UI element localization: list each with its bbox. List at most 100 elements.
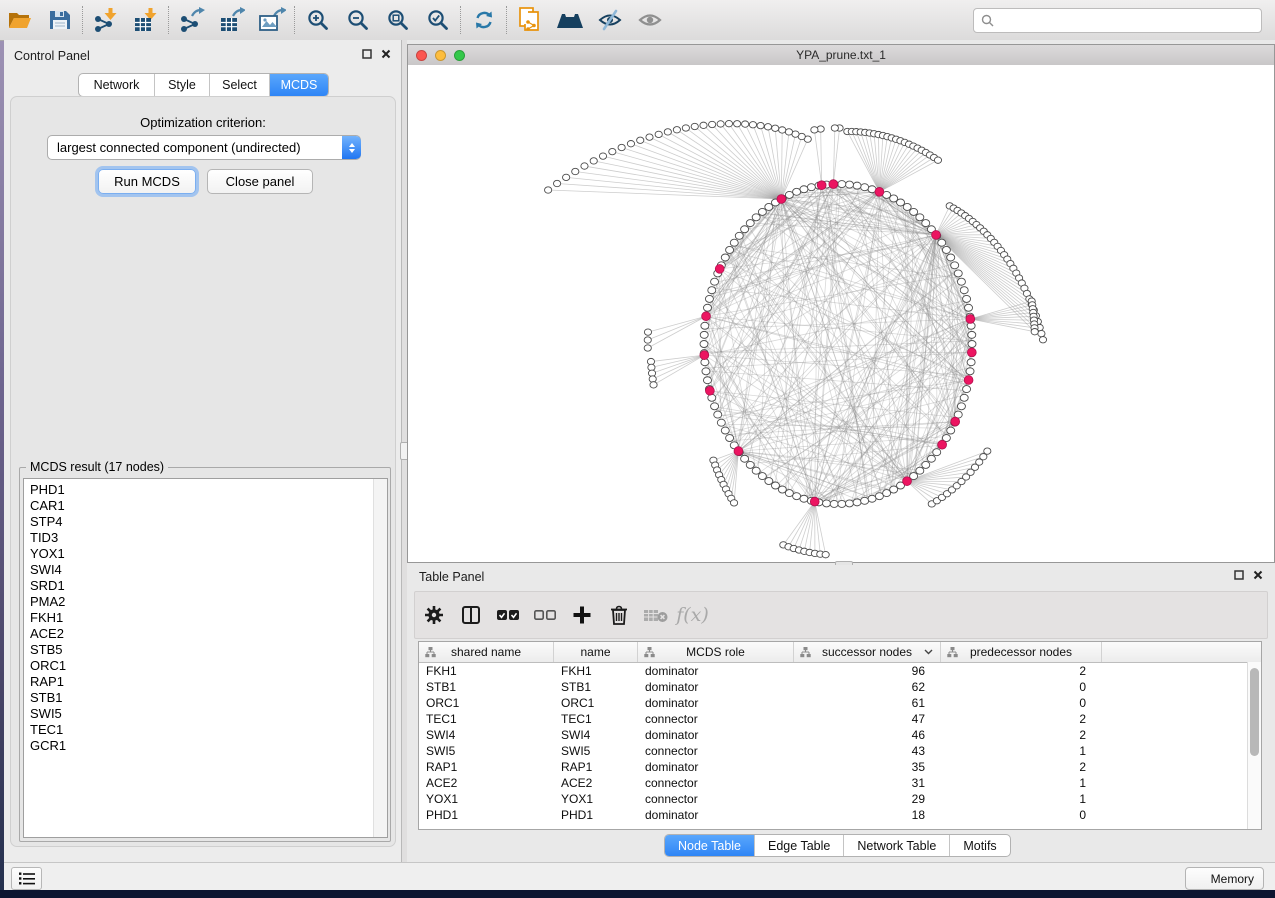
close-panel-icon[interactable] <box>1253 570 1263 580</box>
mcds-result-item[interactable]: STP4 <box>24 514 387 530</box>
network-graph[interactable] <box>408 65 1274 562</box>
table-cell[interactable]: PHD1 <box>419 808 554 822</box>
table-cell[interactable]: dominator <box>638 728 794 742</box>
mcds-result-item[interactable]: YOX1 <box>24 546 387 562</box>
zoom-fit-button[interactable] <box>378 3 418 37</box>
mcds-result-item[interactable]: ORC1 <box>24 658 387 674</box>
tab-style[interactable]: Style <box>155 74 210 96</box>
mcds-result-item[interactable]: SWI4 <box>24 562 387 578</box>
table-row[interactable]: FKH1FKH1dominator962 <box>419 663 1261 679</box>
delete-table-button[interactable] <box>637 595 674 635</box>
table-cell[interactable]: FKH1 <box>554 664 638 678</box>
table-cell[interactable]: 47 <box>794 712 941 726</box>
table-cell[interactable]: connector <box>638 776 794 790</box>
table-cell[interactable]: dominator <box>638 808 794 822</box>
mcds-result-item[interactable]: GCR1 <box>24 738 387 754</box>
table-cell[interactable]: YOX1 <box>419 792 554 806</box>
table-cell[interactable]: dominator <box>638 664 794 678</box>
table-row[interactable]: PHD1PHD1dominator180 <box>419 807 1261 823</box>
table-cell[interactable]: 2 <box>941 712 1102 726</box>
show-panels-button[interactable] <box>11 867 42 890</box>
table-cell[interactable]: ORC1 <box>554 696 638 710</box>
table-cell[interactable]: RAP1 <box>419 760 554 774</box>
table-cell[interactable]: 0 <box>941 696 1102 710</box>
table-settings-button[interactable] <box>415 595 452 635</box>
table-row[interactable]: SWI5SWI5connector431 <box>419 743 1261 759</box>
mcds-result-item[interactable]: TEC1 <box>24 722 387 738</box>
add-column-button[interactable] <box>563 595 600 635</box>
mcds-result-item[interactable]: SWI5 <box>24 706 387 722</box>
mcds-result-item[interactable]: PHD1 <box>24 479 387 498</box>
tab-network-table[interactable]: Network Table <box>844 835 950 856</box>
table-cell[interactable]: 96 <box>794 664 941 678</box>
mcds-result-item[interactable]: STB1 <box>24 690 387 706</box>
column-header-shared-name[interactable]: shared name <box>419 642 554 662</box>
table-cell[interactable]: 18 <box>794 808 941 822</box>
table-cell[interactable]: 29 <box>794 792 941 806</box>
table-cell[interactable]: 61 <box>794 696 941 710</box>
save-session-button[interactable] <box>40 3 80 37</box>
table-cell[interactable]: FKH1 <box>419 664 554 678</box>
table-cell[interactable]: 1 <box>941 744 1102 758</box>
tab-mcds[interactable]: MCDS <box>270 74 328 96</box>
table-cell[interactable]: 2 <box>941 728 1102 742</box>
tab-node-table[interactable]: Node Table <box>665 835 755 856</box>
float-window-icon[interactable] <box>362 49 372 59</box>
column-header-name[interactable]: name <box>554 642 638 662</box>
table-cell[interactable]: TEC1 <box>419 712 554 726</box>
table-cell[interactable]: ORC1 <box>419 696 554 710</box>
close-panel-button[interactable]: Close panel <box>207 169 313 194</box>
delete-column-button[interactable] <box>600 595 637 635</box>
mcds-result-item[interactable]: RAP1 <box>24 674 387 690</box>
mcds-result-list[interactable]: PHD1CAR1STP4TID3YOX1SWI4SRD1PMA2FKH1ACE2… <box>23 478 388 838</box>
tab-motifs[interactable]: Motifs <box>950 835 1009 856</box>
table-cell[interactable]: RAP1 <box>554 760 638 774</box>
table-scrollbar[interactable] <box>1247 662 1261 829</box>
import-network-button[interactable] <box>86 3 126 37</box>
mcds-result-item[interactable]: STB5 <box>24 642 387 658</box>
open-file-button[interactable] <box>0 3 40 37</box>
mcds-list-scrollbar[interactable] <box>373 479 387 837</box>
table-row[interactable]: ORC1ORC1dominator610 <box>419 695 1261 711</box>
search-field[interactable] <box>973 8 1262 33</box>
tab-network[interactable]: Network <box>79 74 155 96</box>
table-row[interactable]: YOX1YOX1connector291 <box>419 791 1261 807</box>
table-cell[interactable]: STB1 <box>419 680 554 694</box>
function-builder-button[interactable]: f(x) <box>674 595 711 635</box>
network-window-titlebar[interactable]: YPA_prune.txt_1 <box>408 45 1274 66</box>
refresh-button[interactable] <box>464 3 504 37</box>
table-row[interactable]: STB1STB1dominator620 <box>419 679 1261 695</box>
mcds-result-item[interactable]: CAR1 <box>24 498 387 514</box>
table-row[interactable]: SWI4SWI4dominator462 <box>419 727 1261 743</box>
table-cell[interactable]: 43 <box>794 744 941 758</box>
tab-edge-table[interactable]: Edge Table <box>755 835 844 856</box>
table-cell[interactable]: SWI5 <box>554 744 638 758</box>
toggle-panels-button[interactable] <box>452 595 489 635</box>
export-image-button[interactable] <box>252 3 292 37</box>
table-cell[interactable]: connector <box>638 712 794 726</box>
table-row[interactable]: ACE2ACE2connector311 <box>419 775 1261 791</box>
mcds-result-item[interactable]: ACE2 <box>24 626 387 642</box>
table-cell[interactable]: 62 <box>794 680 941 694</box>
export-table-button[interactable] <box>212 3 252 37</box>
column-header-predecessor-nodes[interactable]: predecessor nodes <box>941 642 1102 662</box>
table-cell[interactable]: 35 <box>794 760 941 774</box>
table-cell[interactable]: 46 <box>794 728 941 742</box>
table-cell[interactable]: dominator <box>638 680 794 694</box>
table-row[interactable]: TEC1TEC1connector472 <box>419 711 1261 727</box>
hide-graphics-details-button[interactable] <box>590 3 630 37</box>
table-scrollbar-thumb[interactable] <box>1250 668 1259 756</box>
export-network-button[interactable] <box>172 3 212 37</box>
table-cell[interactable]: YOX1 <box>554 792 638 806</box>
table-cell[interactable]: 2 <box>941 760 1102 774</box>
show-graphics-details-button[interactable] <box>630 3 670 37</box>
select-all-columns-button[interactable] <box>489 595 526 635</box>
table-cell[interactable]: ACE2 <box>419 776 554 790</box>
mcds-result-item[interactable]: SRD1 <box>24 578 387 594</box>
share-document-button[interactable] <box>510 3 550 37</box>
float-window-icon[interactable] <box>1234 570 1244 580</box>
zoom-in-button[interactable] <box>298 3 338 37</box>
mcds-result-item[interactable]: PMA2 <box>24 594 387 610</box>
table-cell[interactable]: dominator <box>638 696 794 710</box>
network-overview-button[interactable] <box>550 3 590 37</box>
